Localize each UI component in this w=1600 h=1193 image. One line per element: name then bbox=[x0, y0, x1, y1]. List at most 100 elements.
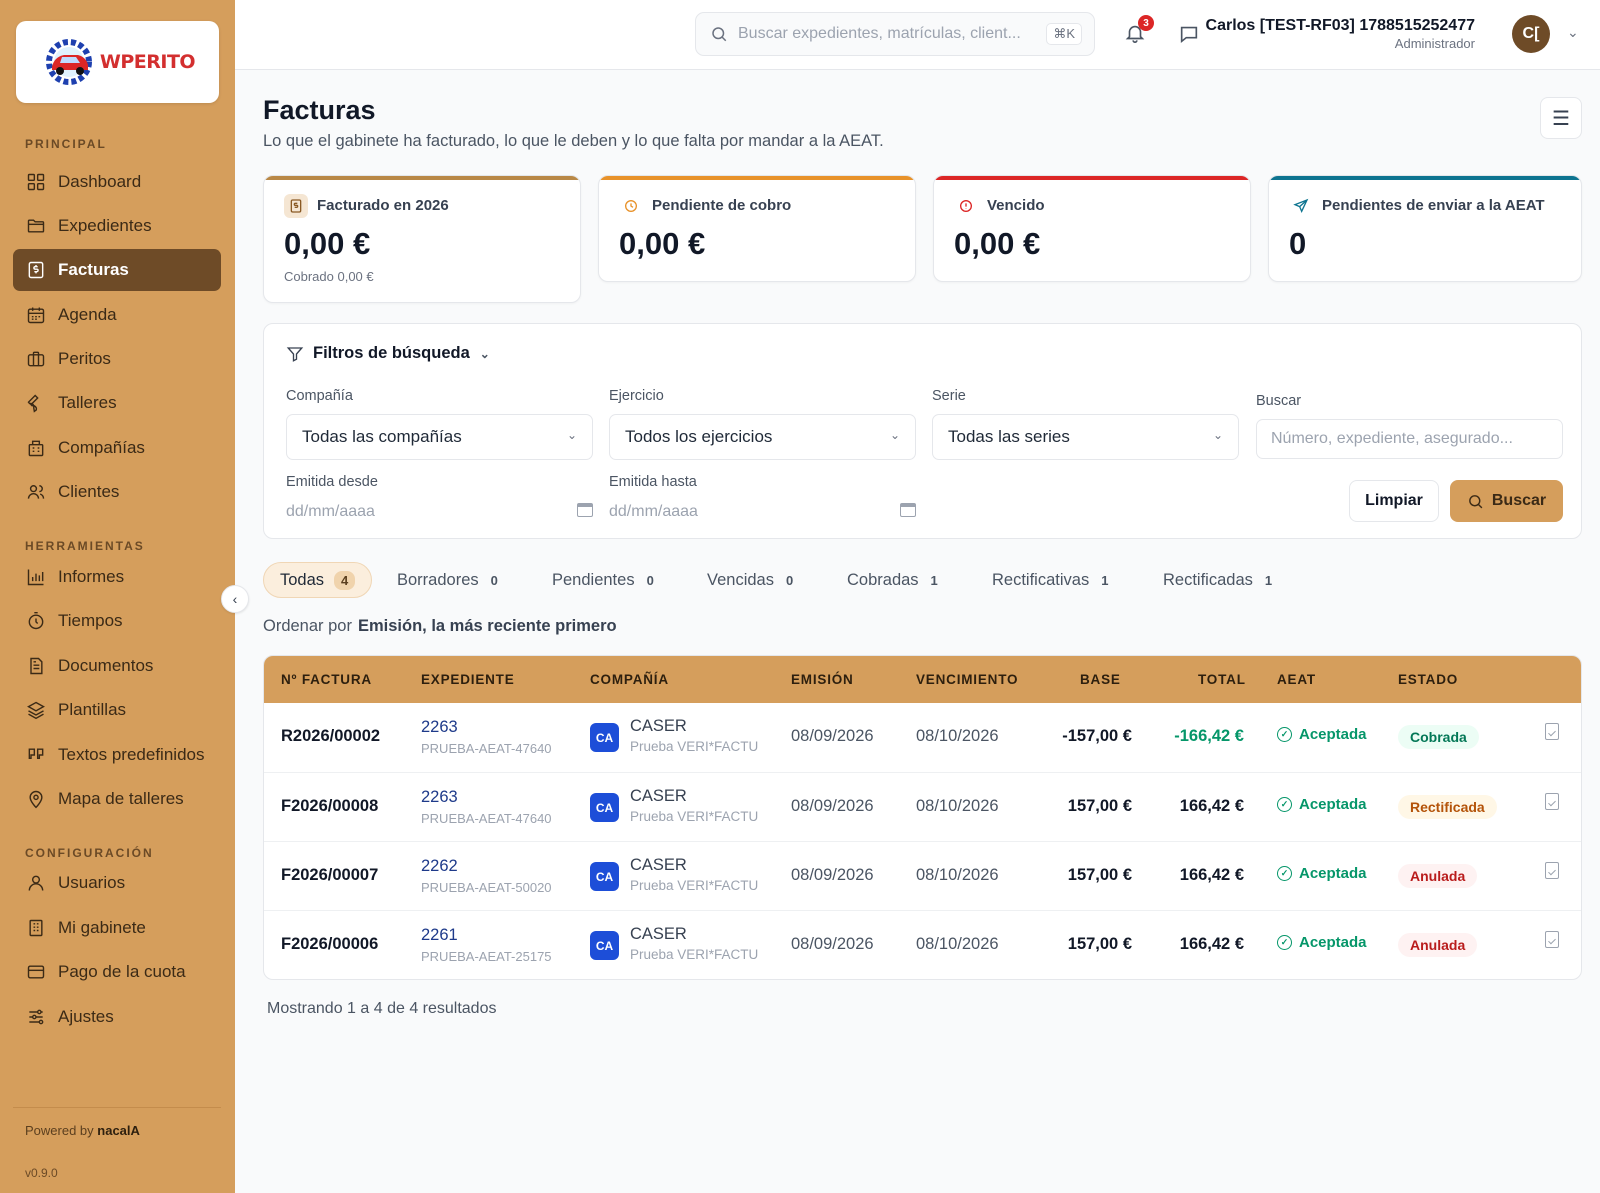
sidebar-item-talleres[interactable]: Talleres bbox=[13, 382, 221, 424]
search-icon bbox=[1469, 494, 1483, 508]
sidebar-item-peritos[interactable]: Peritos bbox=[13, 338, 221, 380]
hasta-date-input[interactable]: dd/mm/aaaa bbox=[609, 497, 916, 527]
building-icon bbox=[26, 438, 46, 458]
topbar: ⌘K 3 Carlos [TEST-RF03] 1788515252477 Ad… bbox=[235, 0, 1600, 70]
filters-toggle[interactable]: Filtros de búsqueda ⌄ bbox=[286, 344, 490, 363]
clear-button[interactable]: Limpiar bbox=[1349, 480, 1439, 522]
col-header[interactable]: AEAT bbox=[1277, 672, 1316, 687]
tab-vencidas[interactable]: Vencidas 0 bbox=[707, 562, 793, 598]
search-icon bbox=[712, 27, 727, 42]
page-title: Facturas bbox=[263, 95, 376, 125]
download-pdf-icon[interactable] bbox=[1545, 862, 1559, 879]
col-header[interactable]: Nº FACTURA bbox=[281, 672, 372, 687]
table-row[interactable]: R2026/00002 2263 PRUEBA-AEAT-47640 CA CA… bbox=[264, 703, 1581, 772]
tab-borradores[interactable]: Borradores 0 bbox=[397, 562, 498, 598]
sidebar-item-companias[interactable]: Compañías bbox=[13, 427, 221, 469]
page-subtitle: Lo que el gabinete ha facturado, lo que … bbox=[263, 132, 884, 150]
global-search[interactable]: ⌘K bbox=[695, 12, 1095, 56]
col-header[interactable]: ESTADO bbox=[1398, 672, 1458, 687]
sidebar-item-agenda[interactable]: Agenda bbox=[13, 294, 221, 336]
tab-todas[interactable]: Todas 4 bbox=[263, 562, 373, 598]
stat-label: Vencido bbox=[987, 197, 1045, 214]
sidebar-item-textos[interactable]: Textos predefinidos bbox=[13, 734, 221, 776]
sort-control[interactable]: Ordenar por Emisión, la más reciente prim… bbox=[263, 617, 617, 636]
search-button[interactable]: Buscar bbox=[1450, 480, 1563, 522]
sidebar-item-label: Mapa de talleres bbox=[58, 789, 184, 808]
expediente-ref: PRUEBA-AEAT-47640 bbox=[421, 811, 552, 826]
calendar-icon[interactable] bbox=[577, 503, 593, 517]
section-configuracion: CONFIGURACIÓN bbox=[25, 846, 154, 860]
tab-count: 4 bbox=[334, 570, 356, 590]
col-header[interactable]: COMPAÑÍA bbox=[590, 672, 669, 687]
col-header[interactable]: EMISIÓN bbox=[791, 672, 854, 687]
sidebar-item-label: Mi gabinete bbox=[58, 918, 146, 937]
sidebar-item-ajustes[interactable]: Ajustes bbox=[13, 996, 221, 1038]
base-amount: -157,00 € bbox=[1062, 727, 1132, 745]
serie-select[interactable]: Todas las series ⌄ bbox=[932, 414, 1239, 460]
col-header[interactable]: BASE bbox=[1080, 672, 1121, 687]
download-pdf-icon[interactable] bbox=[1545, 793, 1559, 810]
col-header[interactable]: VENCIMIENTO bbox=[916, 672, 1018, 687]
messages-button[interactable] bbox=[1178, 23, 1200, 50]
desde-label: Emitida desde bbox=[286, 474, 378, 490]
expediente-link[interactable]: 2262 bbox=[421, 857, 458, 876]
user-name[interactable]: Carlos [TEST-RF03] 1788515252477 bbox=[1206, 17, 1475, 35]
sidebar-item-plantillas[interactable]: Plantillas bbox=[13, 689, 221, 731]
invoice-number[interactable]: R2026/00002 bbox=[281, 727, 380, 746]
sidebar-item-mapa[interactable]: Mapa de talleres bbox=[13, 778, 221, 820]
table-row[interactable]: F2026/00007 2262 PRUEBA-AEAT-50020 CA CA… bbox=[264, 841, 1581, 910]
sidebar-item-gabinete[interactable]: Mi gabinete bbox=[13, 907, 221, 949]
compania-select[interactable]: Todas las compañías ⌄ bbox=[286, 414, 593, 460]
table-row[interactable]: F2026/00006 2261 PRUEBA-AEAT-25175 CA CA… bbox=[264, 910, 1581, 979]
avatar[interactable]: C[ bbox=[1512, 15, 1550, 53]
table-row[interactable]: F2026/00008 2263 PRUEBA-AEAT-47640 CA CA… bbox=[264, 772, 1581, 841]
alert-circle-icon bbox=[954, 194, 978, 218]
col-header[interactable]: EXPEDIENTE bbox=[421, 672, 515, 687]
sidebar-item-informes[interactable]: Informes bbox=[13, 556, 221, 598]
tab-rectificativas[interactable]: Rectificativas 1 bbox=[992, 562, 1108, 598]
check-circle-icon: ✓ bbox=[1277, 797, 1292, 812]
buscar-input[interactable] bbox=[1256, 419, 1563, 459]
tab-pendientes[interactable]: Pendientes 0 bbox=[552, 562, 654, 598]
sidebar: WPERITO PRINCIPAL Dashboard Expedientes … bbox=[0, 0, 235, 1193]
download-pdf-icon[interactable] bbox=[1545, 723, 1559, 740]
invoice-number[interactable]: F2026/00008 bbox=[281, 797, 378, 816]
base-amount: 157,00 € bbox=[1067, 935, 1132, 953]
sidebar-item-label: Plantillas bbox=[58, 700, 127, 719]
filters-panel: Filtros de búsqueda ⌄ Compañía Todas las… bbox=[263, 323, 1582, 539]
logo[interactable]: WPERITO bbox=[16, 21, 219, 103]
chevron-down-icon[interactable]: ⌄ bbox=[1567, 24, 1579, 41]
sidebar-item-tiempos[interactable]: Tiempos bbox=[13, 600, 221, 642]
expediente-link[interactable]: 2261 bbox=[421, 926, 458, 945]
download-pdf-icon[interactable] bbox=[1545, 931, 1559, 948]
stat-label: Facturado en 2026 bbox=[317, 197, 449, 214]
invoice-number[interactable]: F2026/00006 bbox=[281, 935, 378, 954]
sidebar-item-documentos[interactable]: Documentos bbox=[13, 645, 221, 687]
aeat-text: Aceptada bbox=[1299, 934, 1367, 951]
calendar-icon[interactable] bbox=[900, 503, 916, 517]
tab-label: Pendientes bbox=[552, 570, 635, 589]
global-search-input[interactable] bbox=[738, 25, 1028, 43]
sidebar-item-usuarios[interactable]: Usuarios bbox=[13, 862, 221, 904]
briefcase-icon bbox=[26, 349, 46, 369]
sidebar-item-dashboard[interactable]: Dashboard bbox=[13, 161, 221, 203]
stat-card-aeat: Pendientes de enviar a la AEAT 0 bbox=[1268, 175, 1582, 282]
expediente-link[interactable]: 2263 bbox=[421, 788, 458, 807]
tab-cobradas[interactable]: Cobradas 1 bbox=[847, 562, 938, 598]
expediente-link[interactable]: 2263 bbox=[421, 718, 458, 737]
stat-card-facturado: Facturado en 2026 0,00 € Cobrado 0,00 € bbox=[263, 175, 581, 303]
collapse-sidebar-button[interactable]: ‹ bbox=[221, 585, 249, 613]
sidebar-item-clientes[interactable]: Clientes bbox=[13, 471, 221, 513]
ejercicio-select[interactable]: Todos los ejercicios ⌄ bbox=[609, 414, 916, 460]
invoice-number[interactable]: F2026/00007 bbox=[281, 866, 378, 885]
desde-date-input[interactable]: dd/mm/aaaa bbox=[286, 497, 593, 527]
sidebar-item-expedientes[interactable]: Expedientes bbox=[13, 205, 221, 247]
ejercicio-value: Todos los ejercicios bbox=[625, 427, 773, 446]
tab-rectificadas[interactable]: Rectificadas 1 bbox=[1163, 562, 1272, 598]
sidebar-item-facturas[interactable]: Facturas bbox=[13, 249, 221, 291]
chevron-left-icon: ‹ bbox=[232, 591, 238, 607]
sidebar-item-pago[interactable]: Pago de la cuota bbox=[13, 951, 221, 993]
sidebar-item-label: Facturas bbox=[58, 260, 129, 279]
page-menu-button[interactable]: ☰ bbox=[1540, 97, 1582, 139]
col-header[interactable]: TOTAL bbox=[1198, 672, 1246, 687]
